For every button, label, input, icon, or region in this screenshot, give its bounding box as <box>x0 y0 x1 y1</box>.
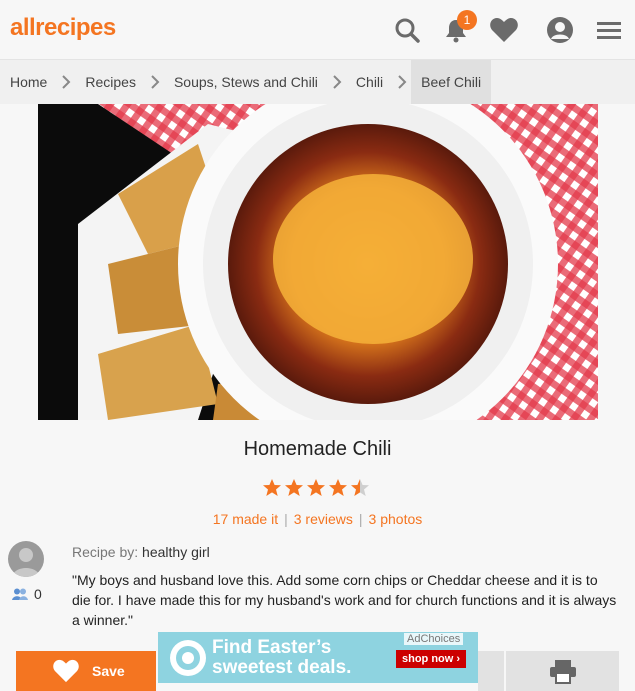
recipe-photo[interactable] <box>38 104 598 420</box>
ad-subheadline: sweetest deals. <box>212 657 352 678</box>
allrecipes-logo[interactable]: allrecipes <box>10 14 116 42</box>
star-rating[interactable] <box>262 478 370 498</box>
chevron-right-icon <box>57 60 75 104</box>
star-icon <box>263 479 281 496</box>
made-it-count: 0 <box>12 586 42 602</box>
heart-icon[interactable] <box>489 15 519 45</box>
heart-icon <box>53 659 79 683</box>
profile-icon[interactable] <box>545 15 575 45</box>
save-button[interactable]: Save <box>16 651 156 691</box>
share-button[interactable] <box>478 651 504 691</box>
print-button[interactable] <box>506 651 619 691</box>
ad-shop-now-button[interactable]: shop now › <box>396 650 467 668</box>
chevron-right-icon <box>393 60 411 104</box>
notification-badge: 1 <box>457 10 477 30</box>
breadcrumb-soups-stews-chili[interactable]: Soups, Stews and Chili <box>164 60 328 104</box>
made-it-count-value: 0 <box>34 586 42 602</box>
breadcrumb-home[interactable]: Home <box>0 60 57 104</box>
author-name[interactable]: healthy girl <box>142 544 210 560</box>
chevron-right-icon <box>146 60 164 104</box>
recipe-title: Homemade Chili <box>243 438 392 460</box>
recipe-by: Recipe by: healthy girl <box>72 544 210 560</box>
half-star-icon <box>351 479 369 496</box>
site-header: allrecipes 1 <box>0 0 635 60</box>
reviews-link[interactable]: 3 reviews <box>294 511 353 527</box>
photos-link[interactable]: 3 photos <box>369 511 423 527</box>
chevron-right-icon <box>328 60 346 104</box>
breadcrumb-chili[interactable]: Chili <box>346 60 393 104</box>
breadcrumb: Home Recipes Soups, Stews and Chili Chil… <box>0 60 635 104</box>
notification-bell-icon[interactable]: 1 <box>441 10 477 45</box>
search-icon[interactable] <box>392 15 422 45</box>
breadcrumb-beef-chili[interactable]: Beef Chili <box>411 60 492 104</box>
adchoices-label[interactable]: AdChoices <box>404 633 464 645</box>
recipe-description: "My boys and husband love this. Add some… <box>72 572 617 628</box>
author-avatar[interactable] <box>8 541 44 577</box>
star-icon <box>285 479 303 496</box>
star-icon <box>329 479 347 496</box>
target-logo-icon <box>170 640 206 676</box>
ad-headline: Find Easter’s <box>212 637 332 658</box>
hamburger-menu-icon[interactable] <box>594 15 624 45</box>
save-label: Save <box>92 663 125 679</box>
made-it-link[interactable]: 17 made it <box>213 511 278 527</box>
printer-icon <box>549 660 576 684</box>
recipe-stats: 17 made it | 3 reviews | 3 photos <box>212 511 423 527</box>
recipe-by-label: Recipe by: <box>72 544 139 560</box>
people-icon <box>12 588 28 600</box>
star-icon <box>307 479 325 496</box>
advertisement-banner[interactable]: Find Easter’s sweetest deals. AdChoices … <box>158 632 478 683</box>
breadcrumb-recipes[interactable]: Recipes <box>75 60 146 104</box>
